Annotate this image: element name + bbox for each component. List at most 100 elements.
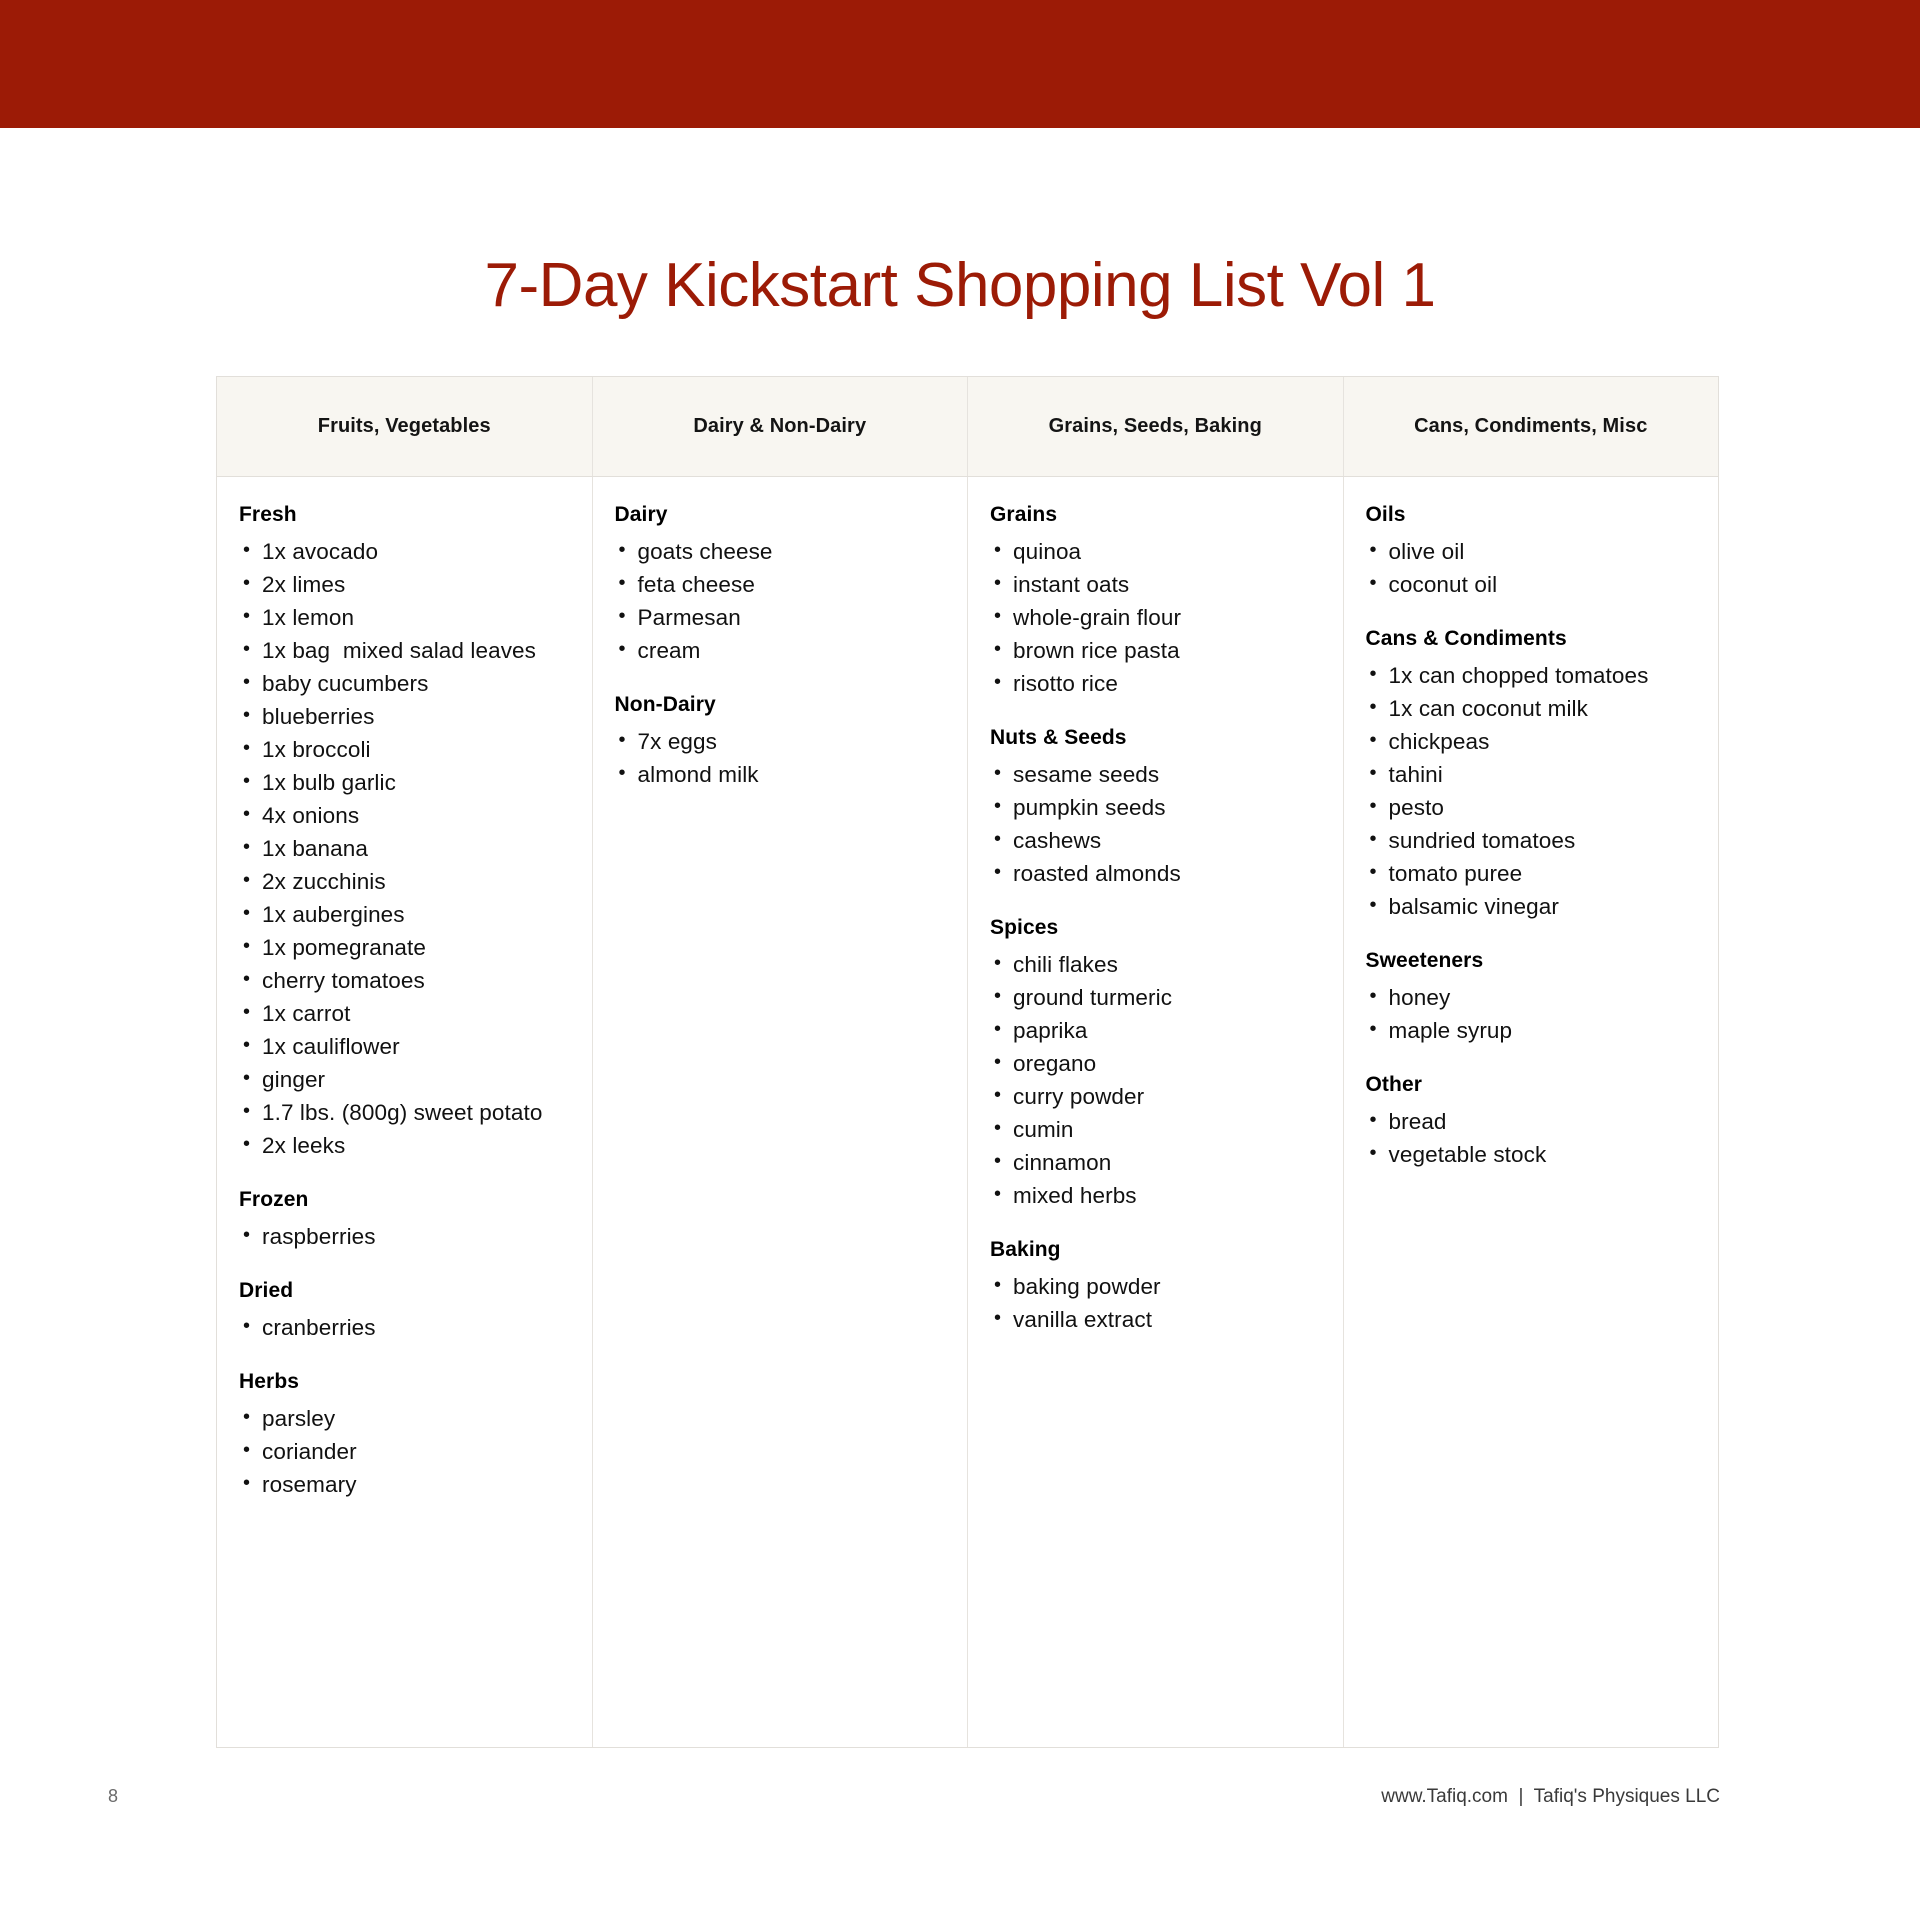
list-item: rosemary xyxy=(239,1467,574,1501)
item-list: baking powdervanilla extract xyxy=(990,1269,1325,1336)
list-item: 7x eggs xyxy=(615,724,950,758)
item-group: Nuts & Seeds sesame seedspumpkin seedscas… xyxy=(990,726,1325,890)
group-title: Spices xyxy=(990,916,1059,939)
item-list: 7x eggsalmond milk xyxy=(615,724,950,791)
item-group: Sweeteners honeymaple syrup xyxy=(1366,949,1701,1047)
list-item: raspberries xyxy=(239,1219,574,1253)
item-group: Spices chili flakesground turmericpaprika… xyxy=(990,916,1325,1212)
list-item: baby cucumbers xyxy=(239,666,574,700)
item-group: Other breadvegetable stock xyxy=(1366,1073,1701,1171)
list-item: chili flakes xyxy=(990,947,1325,981)
list-item: curry powder xyxy=(990,1079,1325,1113)
group-title: Cans & Condiments xyxy=(1365,627,1567,650)
list-item: goats cheese xyxy=(615,534,950,568)
item-group: Cans & Condiments 1x can chopped tomatoes… xyxy=(1366,627,1701,923)
item-group: Grains quinoainstant oatswhole-grain flou… xyxy=(990,503,1325,700)
group-title: Fresh xyxy=(239,503,297,526)
list-item: 1x banana xyxy=(239,831,574,865)
list-item: 1x can coconut milk xyxy=(1366,691,1701,725)
list-item: pesto xyxy=(1366,790,1701,824)
item-list: chili flakesground turmericpaprikaoregan… xyxy=(990,947,1325,1212)
list-item: cashews xyxy=(990,823,1325,857)
item-list: honeymaple syrup xyxy=(1366,980,1701,1047)
page-number: 8 xyxy=(108,1786,119,1806)
item-list: 1x can chopped tomatoes1x can coconut mi… xyxy=(1366,658,1701,923)
group-title: Dried xyxy=(239,1279,294,1302)
list-item: 1x lemon xyxy=(239,600,574,634)
group-title: Nuts & Seeds xyxy=(990,726,1127,749)
list-item: brown rice pasta xyxy=(990,633,1325,667)
list-item: cumin xyxy=(990,1112,1325,1146)
column-header: Dairy & Non-Dairy xyxy=(593,377,968,476)
list-item: feta cheese xyxy=(615,567,950,601)
list-item: 2x leeks xyxy=(239,1128,574,1162)
list-item: pumpkin seeds xyxy=(990,790,1325,824)
group-title: Dairy xyxy=(614,503,668,526)
item-list: quinoainstant oatswhole-grain flourbrown… xyxy=(990,534,1325,700)
list-item: tomato puree xyxy=(1366,856,1701,890)
list-item: 1x avocado xyxy=(239,534,574,568)
list-item: bread xyxy=(1366,1104,1701,1138)
list-item: cinnamon xyxy=(990,1145,1325,1179)
list-item: coconut oil xyxy=(1366,567,1701,601)
list-item: ground turmeric xyxy=(990,980,1325,1014)
list-item: mixed herbs xyxy=(990,1178,1325,1212)
item-list: 1x avocado2x limes1x lemon1x bag mixed s… xyxy=(239,534,574,1162)
list-item: chickpeas xyxy=(1366,724,1701,758)
list-item: cranberries xyxy=(239,1310,574,1344)
list-item: sundried tomatoes xyxy=(1366,823,1701,857)
list-item: cherry tomatoes xyxy=(239,963,574,997)
group-title: Baking xyxy=(990,1238,1061,1261)
group-title: Grains xyxy=(990,503,1058,526)
table-body-row: Fresh 1x avocado2x limes1x lemon1x bag mi… xyxy=(217,477,1718,1747)
list-item: coriander xyxy=(239,1434,574,1468)
column-content: Oils olive oilcoconut oil Cans & Condiment… xyxy=(1344,477,1719,1747)
list-item: sesame seeds xyxy=(990,757,1325,791)
column-content: Dairy goats cheesefeta cheeseParmesancrea… xyxy=(593,477,968,1747)
document-page: 7-Day Kickstart Shopping List Vol 1 Frui… xyxy=(0,0,1920,1920)
top-banner xyxy=(0,0,1920,128)
list-item: instant oats xyxy=(990,567,1325,601)
list-item: paprika xyxy=(990,1013,1325,1047)
column-header: Grains, Seeds, Baking xyxy=(968,377,1344,476)
list-item: maple syrup xyxy=(1366,1013,1701,1047)
item-list: goats cheesefeta cheeseParmesancream xyxy=(615,534,950,667)
column-header: Cans, Condiments, Misc xyxy=(1414,415,1648,437)
list-item: 1x bag mixed salad leaves xyxy=(239,633,574,667)
list-item: 2x limes xyxy=(239,567,574,601)
column-header: Fruits, Vegetables xyxy=(217,377,593,476)
list-item: whole-grain flour xyxy=(990,600,1325,634)
group-title: Sweeteners xyxy=(1365,949,1484,972)
item-group: Dairy goats cheesefeta cheeseParmesancrea… xyxy=(615,503,950,667)
list-item: 4x onions xyxy=(239,798,574,832)
list-item: 1x can chopped tomatoes xyxy=(1366,658,1701,692)
list-item: 1.7 lbs. (800g) sweet potato xyxy=(239,1095,574,1129)
group-title: Herbs xyxy=(239,1370,300,1393)
item-list: olive oilcoconut oil xyxy=(1366,534,1701,601)
list-item: oregano xyxy=(990,1046,1325,1080)
list-item: 1x aubergines xyxy=(239,897,574,931)
item-list: sesame seedspumpkin seedscashewsroasted … xyxy=(990,757,1325,890)
list-item: quinoa xyxy=(990,534,1325,568)
list-item: balsamic vinegar xyxy=(1366,889,1701,923)
list-item: 1x broccoli xyxy=(239,732,574,766)
group-title: Oils xyxy=(1365,503,1406,526)
footer-credit: www.Tafiq.com | Tafiq's Physiques LLC xyxy=(1381,1786,1720,1807)
table-header-row: Fruits, Vegetables Dairy & Non-Dairy Grain… xyxy=(217,377,1718,477)
item-group: Herbs parsleycorianderrosemary xyxy=(239,1370,574,1501)
page-footer: 8 www.Tafiq.com | Tafiq's Physiques LLC xyxy=(0,1786,1920,1826)
list-item: almond milk xyxy=(615,757,950,791)
item-list: raspberries xyxy=(239,1219,574,1253)
list-item: roasted almonds xyxy=(990,856,1325,890)
group-title: Frozen xyxy=(239,1188,309,1211)
item-group: Non-Dairy 7x eggsalmond milk xyxy=(615,693,950,791)
list-item: 1x pomegranate xyxy=(239,930,574,964)
item-group: Fresh 1x avocado2x limes1x lemon1x bag mi… xyxy=(239,503,574,1162)
list-item: 1x cauliflower xyxy=(239,1029,574,1063)
page-title: 7-Day Kickstart Shopping List Vol 1 xyxy=(484,250,1436,320)
list-item: Parmesan xyxy=(615,600,950,634)
item-group: Oils olive oilcoconut oil xyxy=(1366,503,1701,601)
list-item: olive oil xyxy=(1366,534,1701,568)
list-item: parsley xyxy=(239,1401,574,1435)
list-item: baking powder xyxy=(990,1269,1325,1303)
